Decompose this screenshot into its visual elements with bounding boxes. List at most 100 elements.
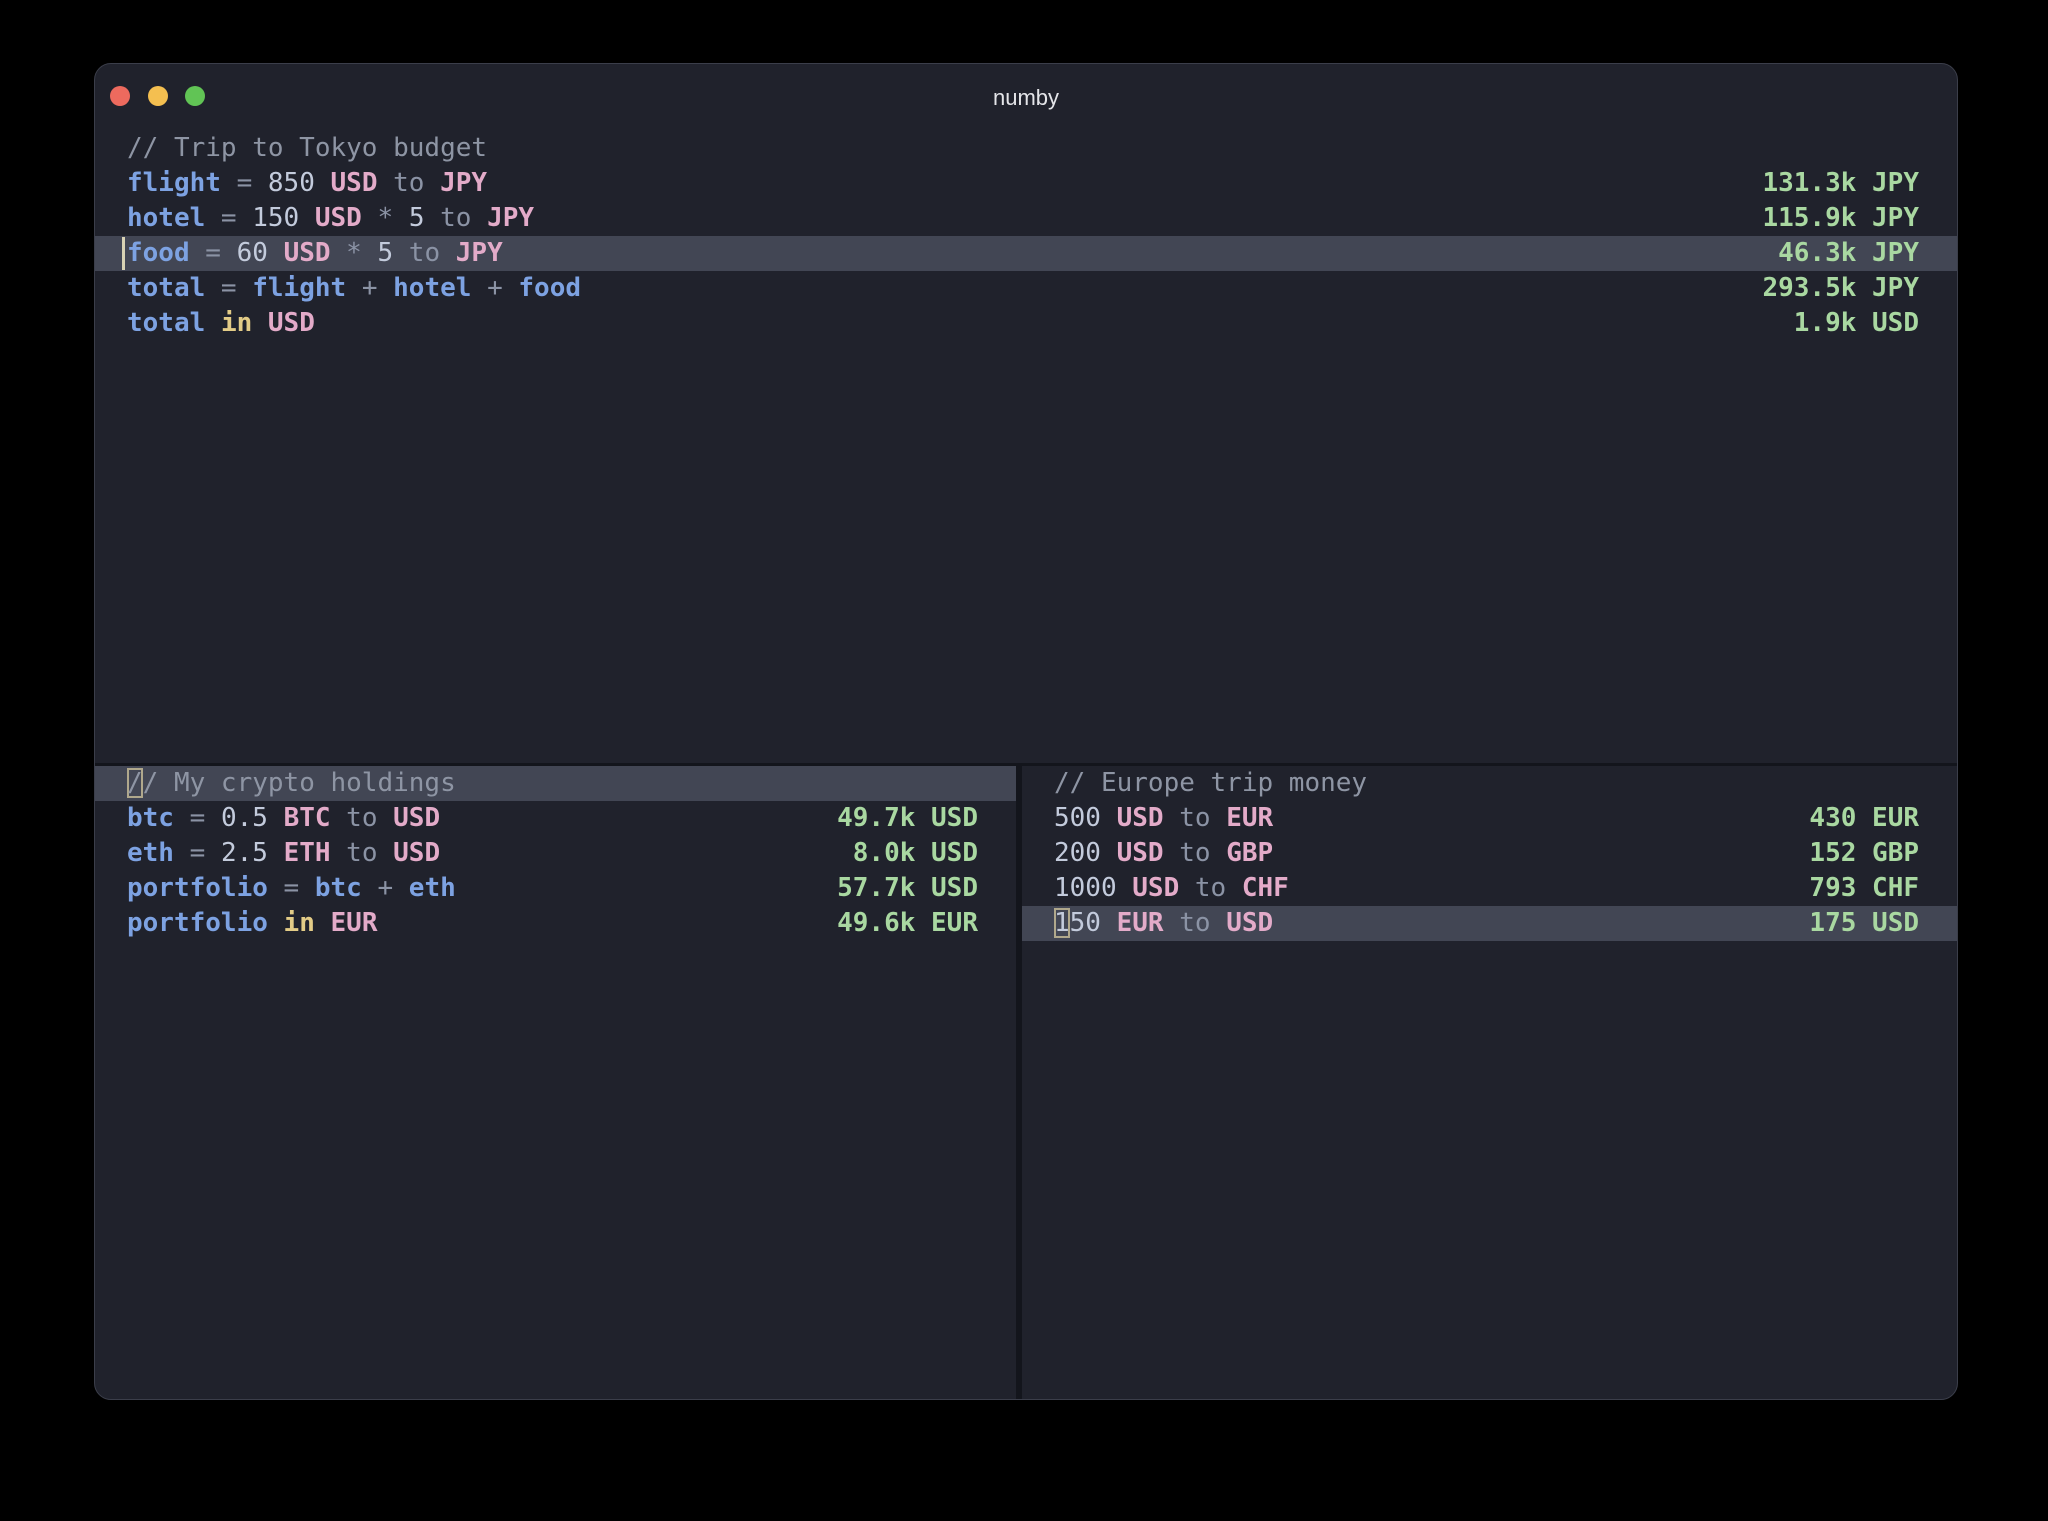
- token: // My crypto holdings: [127, 768, 456, 798]
- code-line[interactable]: eth = 2.5 ETH to USD 8.0k USD: [95, 836, 1016, 871]
- token: GBP: [1226, 838, 1273, 868]
- token: food: [518, 273, 581, 303]
- token: EUR: [1117, 908, 1164, 938]
- result-value: 1.9k USD: [1794, 306, 1919, 341]
- token: btc: [127, 803, 174, 833]
- token: USD: [331, 168, 378, 198]
- token: // Europe trip money: [1054, 768, 1367, 798]
- code-line[interactable]: portfolio = btc + eth57.7k USD: [95, 871, 1016, 906]
- result-value: 8.0k USD: [853, 836, 978, 871]
- code-line[interactable]: flight = 850 USD to JPY131.3k JPY: [95, 166, 1957, 201]
- titlebar[interactable]: numby: [95, 64, 1957, 130]
- editor-pane-top[interactable]: // Trip to Tokyo budgetflight = 850 USD …: [95, 131, 1957, 341]
- token: hotel: [127, 203, 205, 233]
- token: =: [190, 238, 237, 268]
- token: 1000: [1054, 873, 1117, 903]
- code-line[interactable]: 150 EUR to USD 175 USD: [1022, 906, 1957, 941]
- token: [1101, 838, 1117, 868]
- token: flight: [252, 273, 346, 303]
- code-line[interactable]: // Trip to Tokyo budget: [95, 131, 1957, 166]
- token: total: [127, 273, 205, 303]
- expression: // Europe trip money: [1054, 766, 1367, 801]
- editor-pane-bottom-right[interactable]: // Europe trip money 500 USD to EUR 430 EU…: [1022, 766, 1957, 941]
- result-value: 430 EUR: [1809, 801, 1919, 836]
- token: *: [362, 203, 409, 233]
- token: to: [331, 803, 394, 833]
- result-value: 57.7k USD: [837, 871, 978, 906]
- token: to: [377, 168, 440, 198]
- text-cursor-box: /: [127, 768, 143, 798]
- expression: hotel = 150 USD * 5 to JPY: [127, 201, 534, 236]
- token: portfolio: [127, 873, 268, 903]
- token: [1117, 873, 1133, 903]
- token: eth: [127, 838, 174, 868]
- code-line[interactable]: total in USD 1.9k USD: [95, 306, 1957, 341]
- token: 200: [1054, 838, 1101, 868]
- token: USD: [284, 238, 331, 268]
- token: USD: [393, 838, 440, 868]
- token: portfolio: [127, 908, 268, 938]
- token: [1101, 908, 1117, 938]
- code-line[interactable]: total = flight + hotel + food 293.5k JPY: [95, 271, 1957, 306]
- token: hotel: [393, 273, 471, 303]
- token: USD: [1117, 803, 1164, 833]
- token: =: [268, 873, 315, 903]
- result-value: 49.7k USD: [837, 801, 978, 836]
- code-line[interactable]: // Europe trip money: [1022, 766, 1957, 801]
- token: ETH: [284, 838, 331, 868]
- token: +: [346, 273, 393, 303]
- expression: // My crypto holdings: [127, 766, 456, 801]
- code-line[interactable]: food = 60 USD * 5 to JPY46.3k JPY: [95, 236, 1957, 271]
- token: [315, 908, 331, 938]
- token: CHF: [1242, 873, 1289, 903]
- code-line[interactable]: 200 USD to GBP 152 GBP: [1022, 836, 1957, 871]
- token: [315, 168, 331, 198]
- token: in: [284, 908, 315, 938]
- result-value: 793 CHF: [1809, 871, 1919, 906]
- code-line[interactable]: // My crypto holdings: [95, 766, 1016, 801]
- code-line[interactable]: 500 USD to EUR430 EUR: [1022, 801, 1957, 836]
- token: to: [1164, 908, 1227, 938]
- code-line[interactable]: 1000 USD to CHF 793 CHF: [1022, 871, 1957, 906]
- result-value: 152 GBP: [1809, 836, 1919, 871]
- token: USD: [268, 308, 315, 338]
- result-value: 115.9k JPY: [1762, 201, 1919, 236]
- code-line[interactable]: btc = 0.5 BTC to USD 49.7k USD: [95, 801, 1016, 836]
- token: to: [331, 838, 394, 868]
- token: 150: [1054, 908, 1101, 938]
- result-value: 49.6k EUR: [837, 906, 978, 941]
- token: [268, 803, 284, 833]
- token: 5: [378, 238, 394, 268]
- token: [268, 908, 284, 938]
- token: =: [205, 273, 252, 303]
- token: EUR: [1226, 803, 1273, 833]
- app-window: numby // Trip to Tokyo budgetflight = 85…: [94, 63, 1958, 1400]
- expression: 200 USD to GBP: [1054, 836, 1273, 871]
- token: // Trip to Tokyo budget: [127, 133, 487, 163]
- result-value: 175 USD: [1809, 906, 1919, 941]
- expression: 150 EUR to USD: [1054, 906, 1273, 941]
- token: USD: [1226, 908, 1273, 938]
- expression: total in USD: [127, 306, 315, 341]
- token: 0.5: [221, 803, 268, 833]
- expression: btc = 0.5 BTC to USD: [127, 801, 440, 836]
- text-cursor-box: 1: [1054, 908, 1070, 938]
- token: 500: [1054, 803, 1101, 833]
- expression: flight = 850 USD to JPY: [127, 166, 487, 201]
- token: =: [205, 203, 252, 233]
- token: eth: [409, 873, 456, 903]
- token: total: [127, 308, 205, 338]
- token: in: [221, 308, 252, 338]
- result-value: 293.5k JPY: [1762, 271, 1919, 306]
- expression: 1000 USD to CHF: [1054, 871, 1289, 906]
- token: EUR: [331, 908, 378, 938]
- text-cursor-bar: [122, 237, 125, 270]
- expression: eth = 2.5 ETH to USD: [127, 836, 440, 871]
- code-line[interactable]: portfolio in EUR 49.6k EUR: [95, 906, 1016, 941]
- token: +: [471, 273, 518, 303]
- editor-pane-bottom-left[interactable]: // My crypto holdingsbtc = 0.5 BTC to US…: [95, 766, 1016, 941]
- token: btc: [315, 873, 362, 903]
- expression: portfolio in EUR: [127, 906, 377, 941]
- code-line[interactable]: hotel = 150 USD * 5 to JPY 115.9k JPY: [95, 201, 1957, 236]
- token: to: [1164, 838, 1227, 868]
